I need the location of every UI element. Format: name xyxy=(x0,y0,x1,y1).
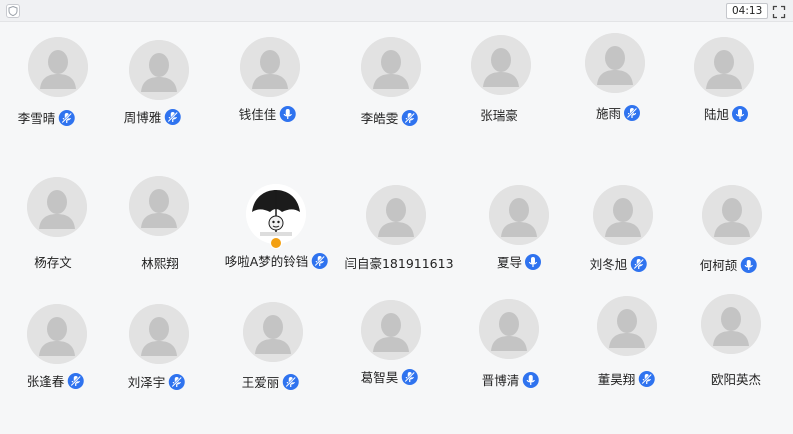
avatar-icon xyxy=(129,176,189,236)
host-badge-icon xyxy=(270,237,282,249)
avatar-icon xyxy=(129,304,189,364)
mic-muted-icon[interactable] xyxy=(624,104,641,121)
avatar-icon xyxy=(27,177,87,237)
participant-name: 何柯颉 xyxy=(699,258,738,273)
avatar-icon xyxy=(597,296,657,356)
participant-name: 刘冬旭 xyxy=(589,257,628,272)
avatar-icon xyxy=(361,37,421,97)
participant-name-row: 葛智昊 xyxy=(361,367,418,386)
participant-name: 董昊翔 xyxy=(597,372,636,387)
participant-name: 李雪晴 xyxy=(17,111,56,126)
avatar-icon xyxy=(479,299,539,359)
participant-name-row: 张逢春 xyxy=(27,371,84,390)
participant-name-row: 王爱丽 xyxy=(242,372,299,391)
participant-name-row: 晋博清 xyxy=(482,370,539,389)
avatar-icon xyxy=(361,300,421,360)
mic-muted-icon[interactable] xyxy=(401,109,418,126)
participant-name: 钱佳佳 xyxy=(238,107,277,122)
participant-name: 王爱丽 xyxy=(241,375,280,390)
participant-name-row: 欧阳英杰 xyxy=(711,369,761,388)
mic-muted-icon[interactable] xyxy=(638,370,655,387)
participant-name-row: 周博雅 xyxy=(124,107,181,126)
avatar-icon xyxy=(701,294,761,354)
participant-name-row: 刘泽宇 xyxy=(128,372,185,391)
mic-icon[interactable] xyxy=(740,256,757,273)
mic-muted-icon[interactable] xyxy=(401,368,418,385)
participant-name-row: 陆旭 xyxy=(703,104,749,123)
participant-name: 周博雅 xyxy=(123,110,162,125)
avatar-icon xyxy=(593,185,653,245)
participant-name: 杨存文 xyxy=(34,255,72,270)
participant-name-row: 施雨 xyxy=(595,103,641,122)
participant-name-row: 李雪晴 xyxy=(18,108,75,127)
participant-name: 哆啦A梦的铃铛 xyxy=(224,254,309,269)
avatar-icon xyxy=(702,185,762,245)
participant-name-row: 钱佳佳 xyxy=(239,104,296,123)
meeting-timer: 04:13 xyxy=(726,3,769,19)
mic-muted-icon[interactable] xyxy=(282,373,299,390)
avatar-icon xyxy=(694,37,754,97)
participant-name-row: 林熙翔 xyxy=(141,253,179,272)
participant-name: 林熙翔 xyxy=(141,256,179,271)
participant-name: 陆旭 xyxy=(703,107,730,122)
fullscreen-icon[interactable] xyxy=(772,4,786,19)
participant-name: 张逢春 xyxy=(26,374,65,389)
avatar-icon xyxy=(27,304,87,364)
avatar-icon xyxy=(28,37,88,97)
participant-name: 张瑞豪 xyxy=(480,108,518,123)
mic-muted-icon[interactable] xyxy=(164,108,181,125)
avatar-icon xyxy=(585,33,645,93)
mic-muted-icon[interactable] xyxy=(630,255,647,272)
avatar-icon xyxy=(243,302,303,362)
mic-muted-icon[interactable] xyxy=(67,372,84,389)
avatar-icon xyxy=(489,185,549,245)
shield-icon[interactable] xyxy=(6,4,20,18)
participant-name-row: 刘冬旭 xyxy=(590,254,647,273)
participant-name-row: 闫自豪181911613 xyxy=(344,253,453,272)
participant-name-row: 夏导 xyxy=(496,252,542,271)
mic-icon[interactable] xyxy=(522,371,539,388)
participant-name: 李皓雯 xyxy=(360,111,399,126)
participant-name-row: 李皓雯 xyxy=(361,108,418,127)
mic-icon[interactable] xyxy=(525,253,542,270)
participant-name: 欧阳英杰 xyxy=(710,372,762,387)
mic-muted-icon[interactable] xyxy=(168,373,185,390)
participant-name-row: 杨存文 xyxy=(34,252,72,271)
participant-name-row: 张瑞豪 xyxy=(480,105,518,124)
participant-photo xyxy=(246,184,306,244)
participant-name: 夏导 xyxy=(496,255,523,270)
mic-muted-icon[interactable] xyxy=(58,109,75,126)
mic-muted-icon[interactable] xyxy=(311,252,328,269)
avatar-icon xyxy=(129,40,189,100)
participant-name: 晋博清 xyxy=(481,373,520,388)
avatar-icon xyxy=(240,37,300,97)
avatar-icon xyxy=(471,35,531,95)
participant-name: 闫自豪181911613 xyxy=(344,256,454,271)
participant-name: 葛智昊 xyxy=(360,370,399,385)
meeting-toolbar: 04:13 xyxy=(0,0,793,22)
mic-icon[interactable] xyxy=(279,105,296,122)
participant-name: 施雨 xyxy=(595,106,622,121)
participant-name-row: 何柯颉 xyxy=(700,255,757,274)
mic-icon[interactable] xyxy=(732,105,749,122)
avatar-icon xyxy=(366,185,426,245)
participant-name-row: 哆啦A梦的铃铛 xyxy=(225,251,328,270)
participant-name: 刘泽宇 xyxy=(127,375,166,390)
participant-name-row: 董昊翔 xyxy=(598,369,655,388)
